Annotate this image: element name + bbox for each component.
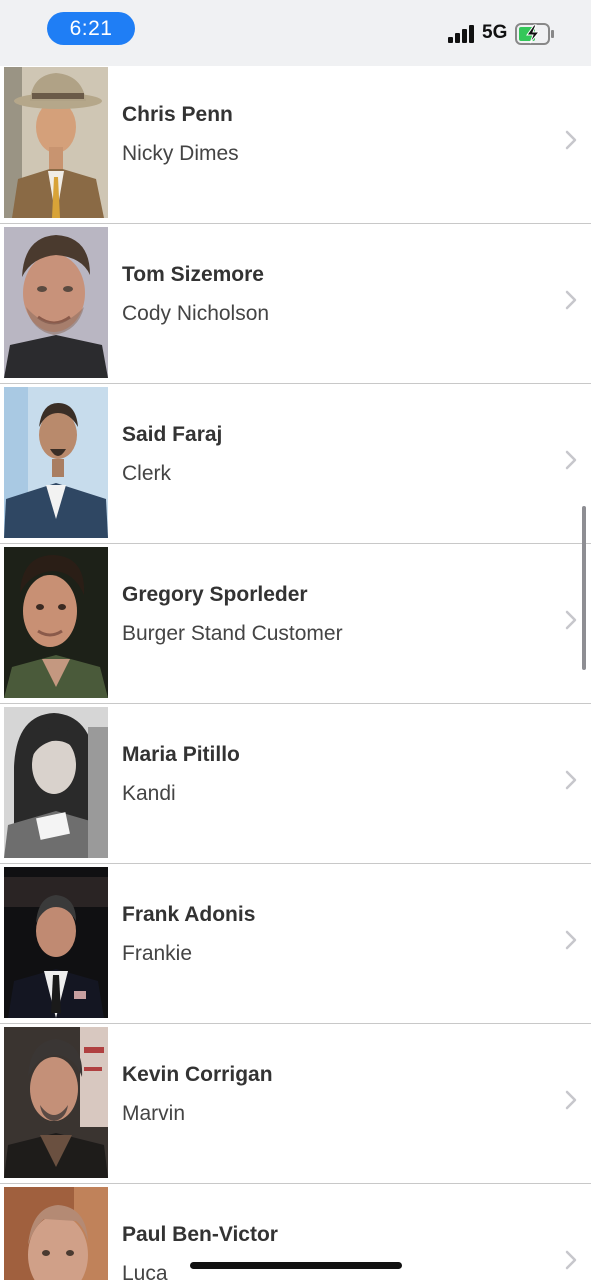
actor-name: Kevin Corrigan [122,1063,273,1086]
status-time[interactable]: 6:21 [47,12,135,45]
actor-photo [4,867,108,1018]
cast-row[interactable]: Tom Sizemore Cody Nicholson [0,224,591,384]
cast-row[interactable]: Chris Penn Nicky Dimes [0,66,591,224]
cast-row[interactable]: Frank Adonis Frankie [0,864,591,1024]
actor-photo [4,707,108,858]
home-indicator[interactable] [190,1262,402,1269]
actor-name: Maria Pitillo [122,743,240,766]
actor-photo [4,1027,108,1178]
role-name: Cody Nicholson [122,302,270,325]
role-name: Frankie [122,942,193,965]
actor-photo [4,387,108,538]
chevron-right-icon [565,1250,577,1270]
role-name: Luca [122,1262,168,1280]
actor-name: Tom Sizemore [122,263,264,286]
status-bar: 6:21 5G [0,0,591,66]
role-name: Marvin [122,1102,186,1125]
cast-row[interactable]: Maria Pitillo Kandi [0,704,591,864]
actor-name: Frank Adonis [122,903,256,926]
scrollbar[interactable] [582,506,586,670]
actor-photo [4,67,108,218]
actor-name: Said Faraj [122,423,223,446]
cast-list[interactable]: Chris Penn Nicky Dimes Tom Sizemore Cody… [0,66,591,1280]
chevron-right-icon [565,770,577,790]
cast-row[interactable]: Kevin Corrigan Marvin [0,1024,591,1184]
chevron-right-icon [565,1090,577,1110]
network-label: 5G [482,22,508,43]
chevron-right-icon [565,930,577,950]
cast-row[interactable]: Gregory Sporleder Burger Stand Customer [0,544,591,704]
chevron-right-icon [565,610,577,630]
actor-photo [4,227,108,378]
actor-name: Gregory Sporleder [122,583,308,606]
role-name: Burger Stand Customer [122,622,343,645]
actor-photo [4,1187,108,1280]
signal-icon [448,25,474,43]
battery-charging-icon [515,23,554,45]
actor-name: Chris Penn [122,103,233,126]
role-name: Kandi [122,782,176,805]
chevron-right-icon [565,130,577,150]
chevron-right-icon [565,290,577,310]
actor-name: Paul Ben-Victor [122,1223,278,1246]
cast-row[interactable]: Said Faraj Clerk [0,384,591,544]
role-name: Nicky Dimes [122,142,239,165]
role-name: Clerk [122,462,172,485]
actor-photo [4,547,108,698]
chevron-right-icon [565,450,577,470]
